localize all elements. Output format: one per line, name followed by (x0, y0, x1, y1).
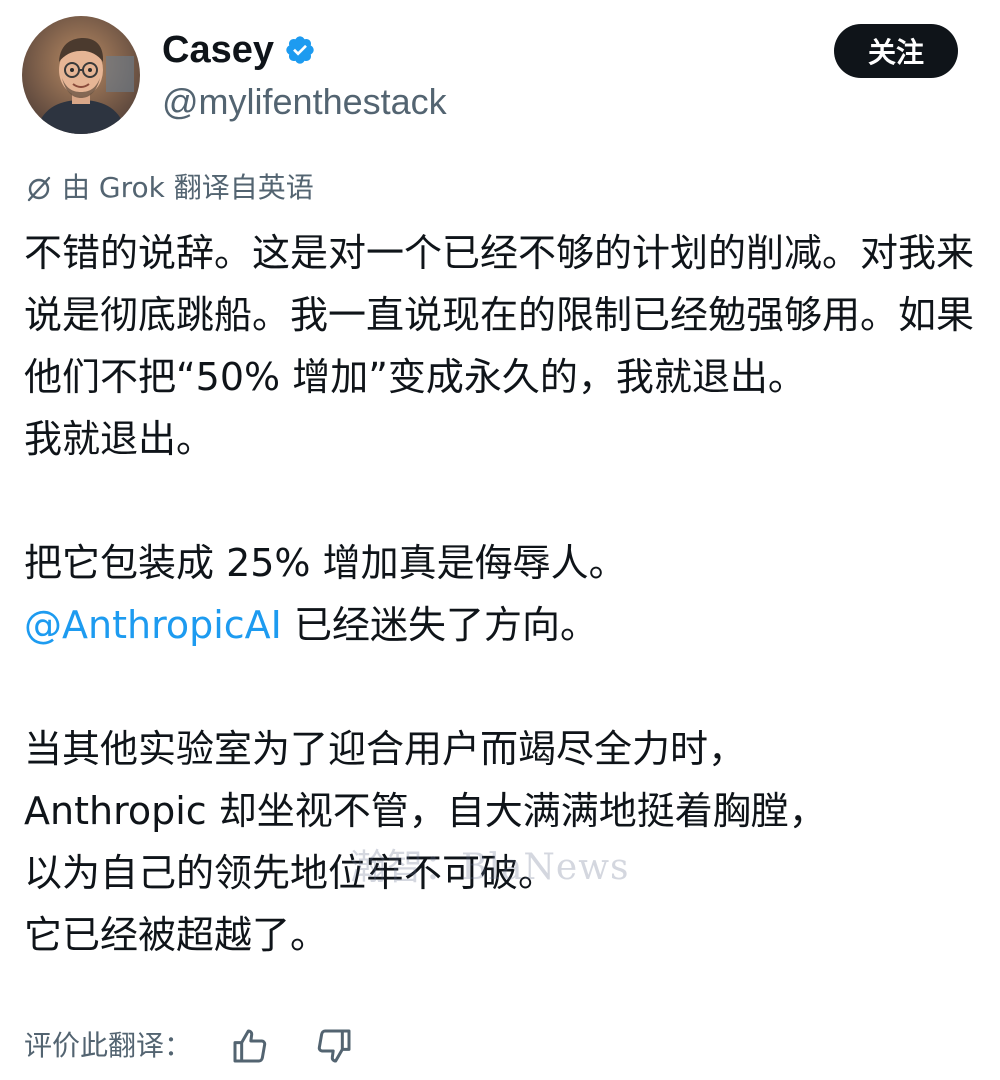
tweet-paragraph: 不错的说辞。这是对一个已经不够的计划的削减。对我来说是彻底跳船。我一直说现在的限… (24, 231, 975, 399)
follow-button[interactable]: 关注 (834, 24, 958, 78)
translate-icon (27, 176, 51, 202)
tweet-paragraph: @AnthropicAI 已经迷失了方向。 (24, 594, 984, 656)
author-name-row: Casey (162, 26, 316, 74)
verified-badge-icon (286, 36, 314, 64)
tweet: Casey @mylifenthestack 关注 由 Grok 翻译自英语 不… (0, 0, 1000, 1080)
tweet-paragraph: 当其他实验室为了迎合用户而竭尽全力时， (24, 727, 747, 771)
tweet-paragraph: 它已经被超越了。 (24, 913, 329, 957)
thumbs-up-icon[interactable] (230, 1026, 270, 1066)
rate-translation-label: 评价此翻译： (24, 1029, 193, 1062)
avatar-image (22, 16, 140, 134)
thumbs-down-icon[interactable] (314, 1026, 354, 1066)
tweet-paragraph: 我就退出。 (24, 417, 215, 461)
tweet-paragraph: 把它包装成 25% 增加真是侮辱人。 (24, 541, 627, 585)
mention-link[interactable]: @AnthropicAI (24, 603, 282, 647)
translation-notice[interactable]: 由 Grok 翻译自英语 (24, 166, 314, 210)
avatar[interactable] (22, 16, 140, 134)
rate-translation: 评价此翻译： (24, 1022, 354, 1070)
tweet-paragraph: Anthropic 却坐视不管，自大满满地挺着胸膛， (24, 789, 827, 833)
tweet-text-fragment: 已经迷失了方向。 (281, 603, 598, 647)
translation-label: 由 Grok 翻译自英语 (62, 171, 314, 204)
author-handle[interactable]: @mylifenthestack (162, 80, 447, 124)
author-display-name[interactable]: Casey (162, 26, 274, 74)
watermark: 瀚智：BlaNews (350, 847, 630, 888)
